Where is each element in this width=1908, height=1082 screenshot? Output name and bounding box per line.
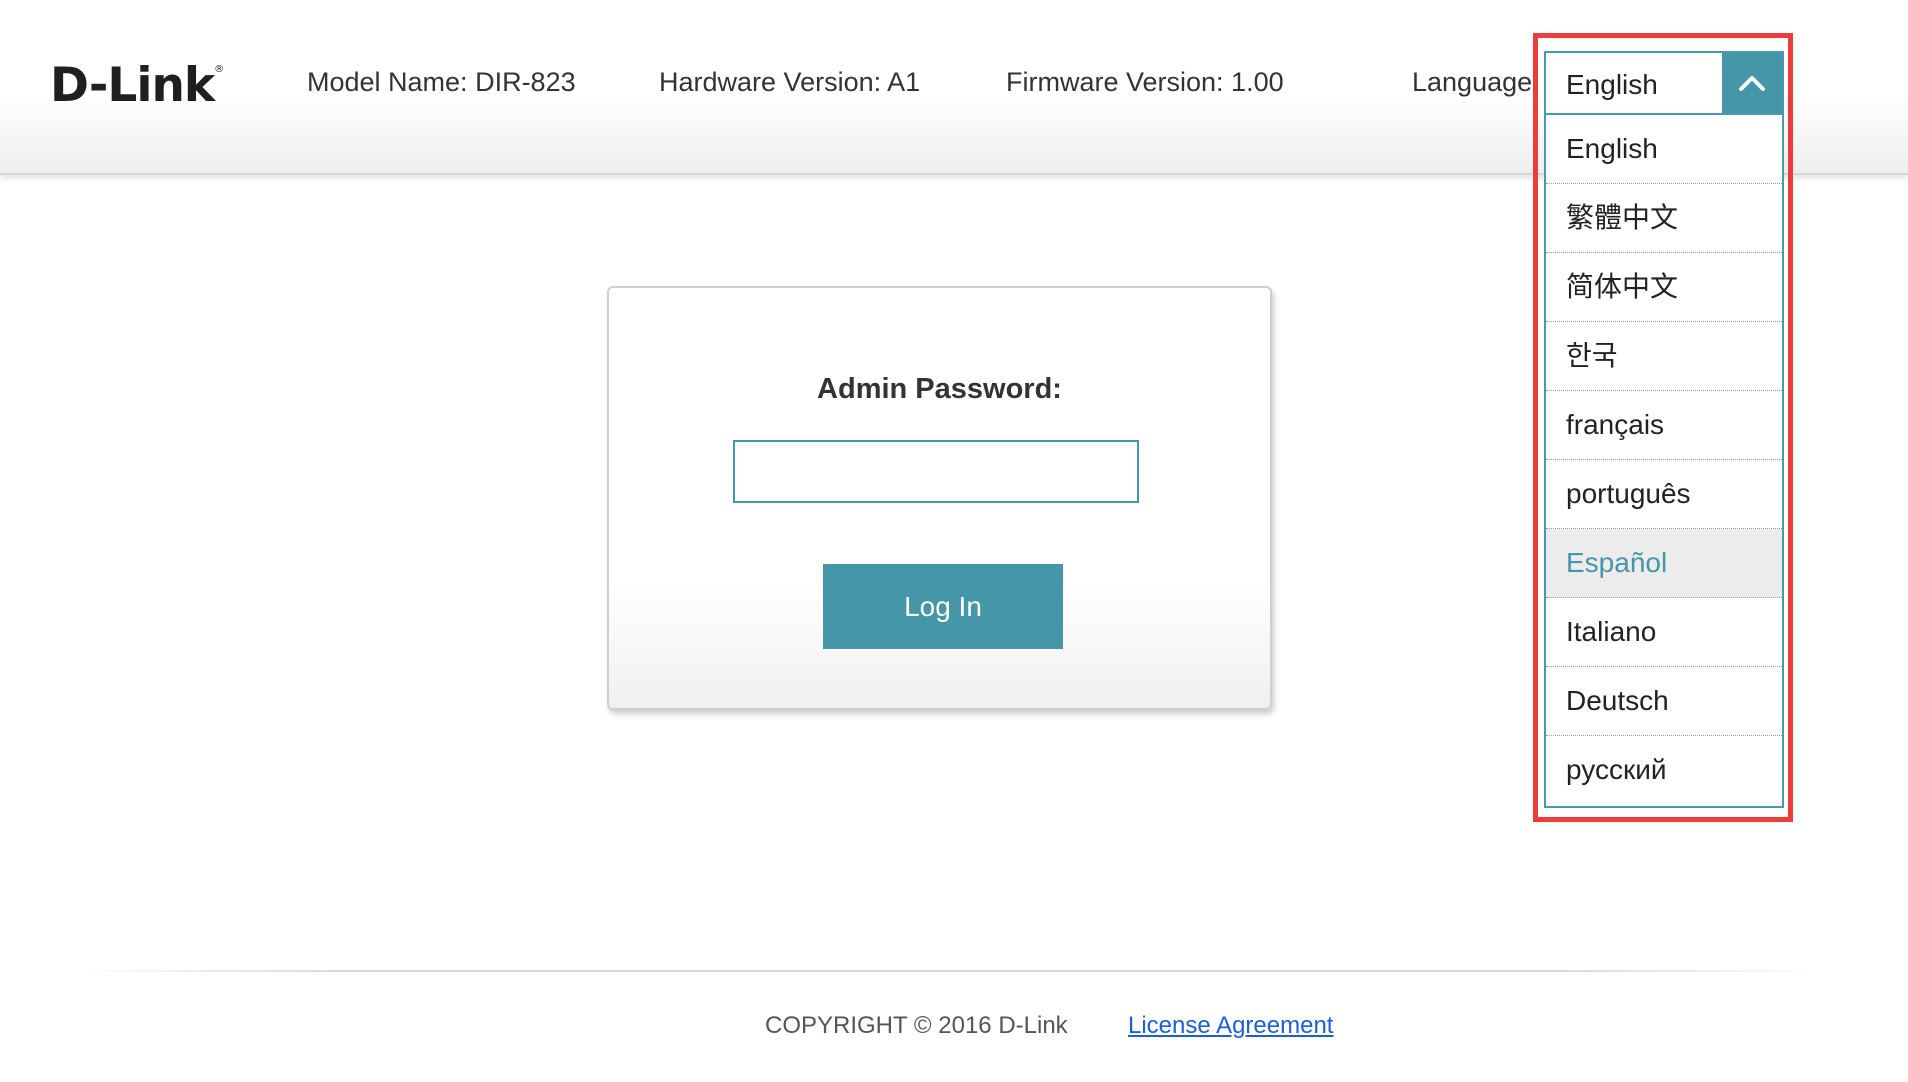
language-label: Language	[1412, 67, 1533, 97]
admin-password-input[interactable]	[733, 440, 1139, 503]
login-button[interactable]: Log In	[823, 564, 1063, 649]
annotation-highlight-box	[1533, 33, 1793, 822]
hardware-version: Hardware Version: A1	[659, 67, 921, 97]
dlink-logo: D-Link®	[50, 58, 224, 113]
footer-divider	[80, 970, 1820, 972]
firmware-version: Firmware Version: 1.00	[1006, 67, 1284, 97]
license-agreement-link[interactable]: License Agreement	[1128, 1012, 1333, 1040]
router-login-page: D-Link® Model Name: DIR-823 Hardware Ver…	[0, 0, 1908, 1082]
admin-password-label: Admin Password:	[817, 373, 1062, 405]
login-panel: Admin Password: Log In	[607, 286, 1272, 710]
model-name: Model Name: DIR-823	[307, 67, 576, 97]
registered-mark: ®	[214, 64, 224, 75]
copyright-text: COPYRIGHT © 2016 D-Link	[765, 1012, 1068, 1039]
logo-text: D-Link	[50, 58, 215, 113]
